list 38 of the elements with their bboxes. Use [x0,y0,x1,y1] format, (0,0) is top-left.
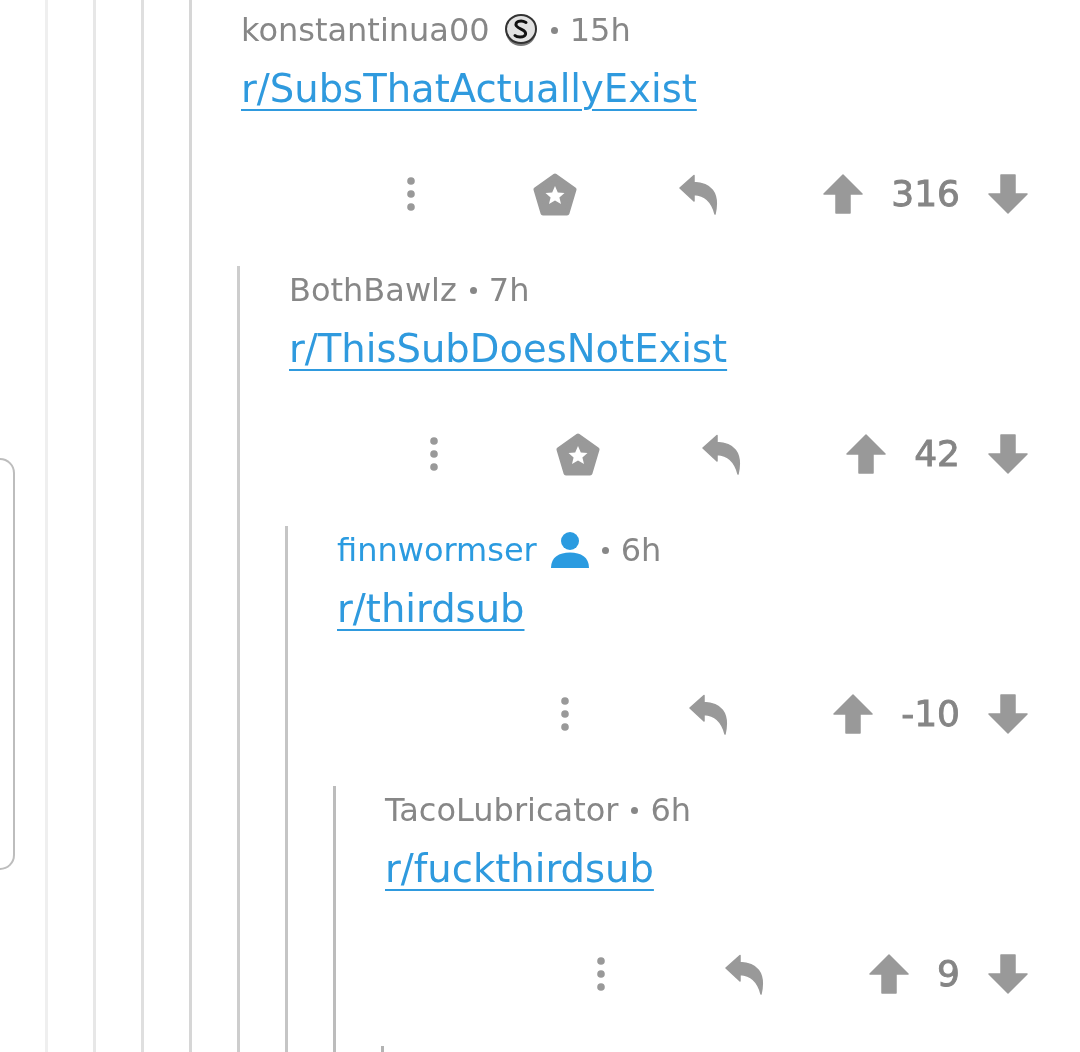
score: 42 [914,432,960,476]
score: -10 [901,692,960,736]
star-pentagon-icon [556,432,601,476]
score: 316 [891,172,960,216]
reply-icon [689,693,730,735]
separator-dot-icon [631,806,639,814]
vertical-dots-icon [407,177,416,211]
reply-icon [725,953,766,995]
timestamp: 7h [488,270,530,310]
vertical-dots-icon [430,437,439,471]
score: 9 [937,952,960,996]
up-arrow-icon [869,954,910,994]
subreddit-link[interactable]: r/thirdsub [337,586,525,631]
username-link[interactable]: konstantinua00 [241,10,490,50]
subreddit-link[interactable]: r/SubsThatActuallyExist [241,66,697,111]
vertical-dots-icon [597,957,606,991]
up-arrow-icon [846,434,887,474]
separator-dot-icon [550,26,558,34]
separator-dot-icon [469,286,477,294]
down-arrow-icon [988,954,1028,994]
subreddit-link[interactable]: r/fuckthirdsub [385,846,654,891]
up-arrow-icon [823,174,864,214]
up-arrow-icon [833,694,874,734]
timestamp: 15h [569,10,631,50]
separator-dot-icon [601,546,609,554]
down-arrow-icon [988,694,1028,734]
username-link[interactable]: finnwormser [337,530,537,570]
down-arrow-icon [988,434,1028,474]
reply-icon [702,433,743,475]
down-arrow-icon [988,174,1028,214]
subreddit-link[interactable]: r/ThisSubDoesNotExist [289,326,728,371]
reply-icon [679,173,720,215]
username-link[interactable]: BothBawlz [289,270,457,310]
star-pentagon-icon [533,172,578,216]
timestamp: 6h [650,790,692,830]
timestamp: 6h [620,530,662,570]
username-link[interactable]: TacoLubricator [385,790,619,830]
vertical-dots-icon [561,697,570,731]
